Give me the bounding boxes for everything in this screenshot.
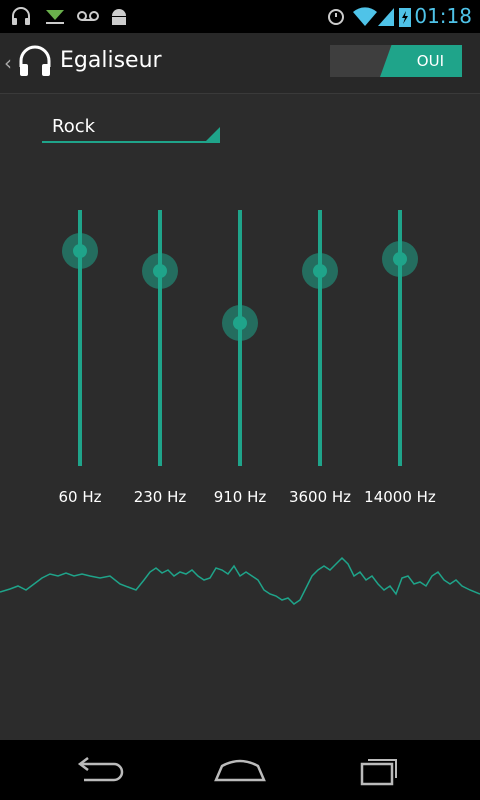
voicemail-icon	[77, 11, 99, 21]
band-label: 3600 Hz	[288, 488, 352, 506]
preset-label: Rock	[52, 116, 96, 137]
band-3600hz: 3600 Hz	[280, 210, 360, 510]
up-caret-icon[interactable]: ‹	[4, 51, 12, 75]
band-14000hz: 14000 Hz	[360, 210, 440, 510]
band-thumb[interactable]	[233, 315, 247, 330]
band-label: 910 Hz	[213, 488, 267, 506]
toggle-label: OUI	[416, 52, 444, 70]
headphones-app-icon[interactable]	[16, 43, 54, 81]
preset-dropdown[interactable]: Rock	[42, 111, 220, 143]
band-910hz: 910 Hz	[200, 210, 280, 510]
back-icon[interactable]	[70, 752, 130, 788]
band-track[interactable]	[318, 210, 322, 466]
dropdown-arrow-icon	[206, 127, 220, 141]
preset-underline	[42, 141, 220, 143]
band-label: 14000 Hz	[364, 488, 436, 506]
audio-visualizer	[0, 556, 480, 605]
page-title: Egaliseur	[60, 48, 162, 73]
band-thumb[interactable]	[73, 243, 87, 258]
band-thumb[interactable]	[393, 251, 407, 266]
android-icon	[112, 9, 126, 25]
band-label: 230 Hz	[133, 488, 187, 506]
status-bar: 01:18	[0, 0, 480, 33]
status-clock: 01:18	[414, 4, 472, 28]
signal-icon	[378, 8, 394, 26]
action-bar: ‹ Egaliseur OUI	[0, 33, 480, 94]
band-label: 60 Hz	[58, 488, 102, 506]
wifi-icon	[353, 7, 377, 26]
equalizer-toggle[interactable]: OUI	[330, 45, 462, 77]
home-icon[interactable]	[210, 752, 270, 788]
headphones-icon	[12, 7, 30, 25]
navigation-bar	[0, 740, 480, 800]
alarm-icon	[328, 9, 344, 25]
recent-apps-icon[interactable]	[350, 752, 410, 788]
band-230hz: 230 Hz	[120, 210, 200, 510]
download-icon	[46, 10, 64, 24]
band-track[interactable]	[158, 210, 162, 466]
battery-icon	[399, 8, 411, 27]
band-60hz: 60 Hz	[40, 210, 120, 510]
